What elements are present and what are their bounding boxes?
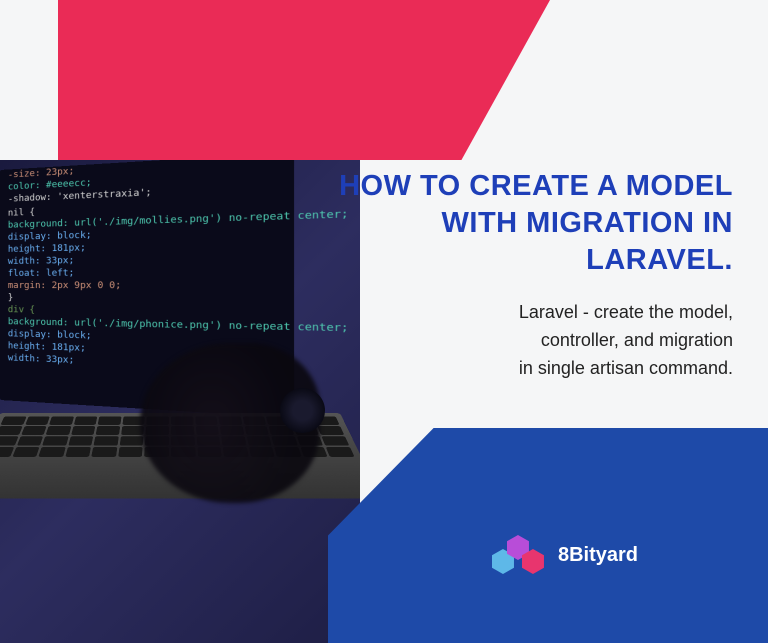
code-line: margin: 2px 9px 0 0; <box>0 279 294 293</box>
logo-icon <box>492 535 544 575</box>
laptop-photo: -size: 23px; color: #eeeecc; -shadow: 'x… <box>0 160 360 643</box>
headline: HOW TO CREATE A MODEL WITH MIGRATION IN … <box>333 168 733 279</box>
brand-name: 8Bityard <box>558 544 638 567</box>
subtitle-line: in single artisan command. <box>333 355 733 383</box>
watch <box>280 388 325 433</box>
code-line: float: left; <box>0 265 294 280</box>
subtitle: Laravel - create the model, controller, … <box>333 299 733 383</box>
subtitle-line: controller, and migration <box>333 327 733 355</box>
subtitle-line: Laravel - create the model, <box>333 299 733 327</box>
graphic-card: -size: 23px; color: #eeeecc; -shadow: 'x… <box>0 0 768 643</box>
brand-block: 8Bityard <box>492 535 638 575</box>
text-block: HOW TO CREATE A MODEL WITH MIGRATION IN … <box>333 168 733 383</box>
pink-top-shape <box>58 0 550 160</box>
